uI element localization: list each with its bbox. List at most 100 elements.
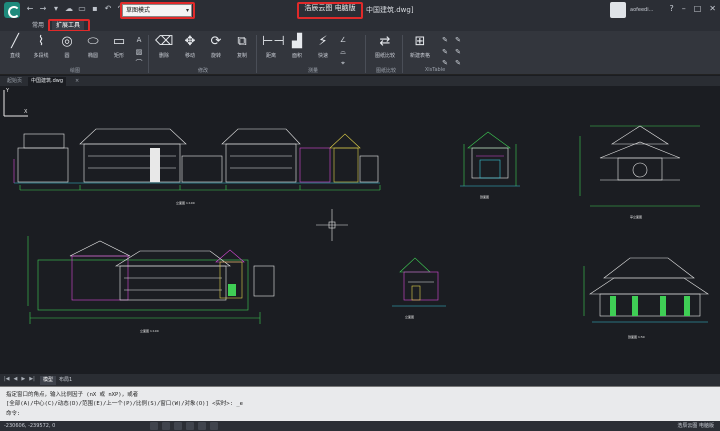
save-icon[interactable]: ▪ (91, 5, 99, 13)
rectangle-tool-button[interactable]: ▭ 矩形 (107, 34, 131, 66)
section-b (583, 257, 709, 323)
quick-measure-icon: ⚡ (318, 34, 328, 49)
minimize-icon[interactable]: – (682, 4, 686, 14)
elevation-a-label: 立面图 1:100 (176, 200, 195, 205)
dropdown-icon[interactable]: ▾ (52, 5, 60, 13)
command-prompt[interactable]: 命令: (6, 409, 20, 417)
polyline-tool-button[interactable]: ⌇ 多段线 (29, 34, 53, 66)
move-tool-button[interactable]: ✥ 移动 (178, 34, 202, 66)
distance-tool-label: 距离 (265, 53, 276, 59)
elevation-a (13, 128, 381, 191)
compare-group-label: 图纸比较 (375, 68, 396, 74)
arc-length-icon[interactable]: ⌓ (338, 47, 348, 57)
angle-icon[interactable]: ∠ (338, 35, 348, 45)
section-a (460, 131, 520, 187)
tab-common[interactable]: 常用 (28, 21, 48, 31)
osnap-icon[interactable] (198, 422, 206, 430)
pavilion-label: 亭立面图 (630, 214, 642, 219)
circle-tool-button[interactable]: ◎ 圆 (55, 34, 79, 66)
status-bar: -230606, -239572, 0 浩辰云图 电脑版 (0, 421, 720, 431)
polyline-tool-label: 多段线 (33, 53, 49, 59)
title-bar: ← → ▾ ☁ ▭ ▪ ↶ ↷ ⎙ ⚙ 草图模式 ▾ 浩辰云图 电脑版 中国建筑… (0, 0, 720, 20)
snap-icon[interactable] (150, 422, 158, 430)
line-tool-button[interactable]: ╱ 直线 (3, 34, 27, 66)
section-b-label: 剖面图 1:50 (628, 334, 645, 339)
circle-icon: ◎ (61, 34, 73, 49)
compare-drawings-label: 图纸比较 (374, 53, 395, 59)
rotate-tool-button[interactable]: ⟳ 旋转 (204, 34, 228, 66)
tab-layout1[interactable]: 布局1 (56, 376, 75, 385)
table-import-icon[interactable]: ✎ (453, 47, 463, 57)
rectangle-tool-label: 矩形 (113, 53, 124, 59)
ruler-icon: ⊢⊣ (262, 34, 285, 49)
forward-icon[interactable]: → (39, 5, 47, 13)
ellipse-tool-button[interactable]: ⬭ 椭圆 (81, 34, 105, 66)
rectangle-icon: ▭ (112, 34, 126, 49)
tab-start-page[interactable]: 起始页 (4, 77, 25, 86)
copy-icon: ⧉ (237, 34, 247, 49)
arc-icon[interactable]: ⌒ (134, 58, 144, 68)
table-icon: ⊞ (414, 34, 426, 49)
maximize-icon[interactable]: □ (694, 4, 702, 14)
delete-tool-button[interactable]: ⌫ 删除 (152, 34, 176, 66)
grid-icon[interactable] (162, 422, 170, 430)
command-window[interactable]: 指定窗口的角点，输入比例因子 (nX 或 nXP)，或者 [全部(A)/中心(C… (0, 386, 720, 421)
drawing-canvas[interactable]: 立面图 1:100 剖面图 亭立面图 立面图 1:100 立面图 剖面图 1:5… (0, 86, 720, 374)
distance-tool-button[interactable]: ⊢⊣ 距离 (259, 34, 285, 66)
compare-drawings-button[interactable]: ⇄ 图纸比较 (370, 34, 400, 66)
avatar[interactable] (610, 2, 626, 18)
help-icon[interactable]: ? (669, 4, 673, 14)
command-history-line: 指定窗口的角点，输入比例因子 (nX 或 nXP)，或者 (6, 392, 139, 398)
ribbon-tab-bar: 常用 扩展工具 (0, 19, 720, 32)
close-icon[interactable]: ✕ (709, 4, 716, 14)
mode-select-highlight (120, 2, 195, 19)
polar-icon[interactable] (186, 422, 194, 430)
group-divider (402, 35, 403, 73)
tab-close-icon[interactable]: × (72, 77, 82, 86)
hatch-icon[interactable]: ▨ (134, 47, 144, 57)
rotate-icon: ⟳ (210, 34, 222, 49)
user-name[interactable]: aofeedi... (630, 7, 653, 13)
ortho-icon[interactable] (174, 422, 182, 430)
section-a-label: 剖面图 (480, 194, 489, 199)
ellipse-tool-label: 椭圆 (87, 53, 98, 59)
copy-tool-button[interactable]: ⧉ 复制 (230, 34, 254, 66)
tab-model[interactable]: 模型 (40, 376, 57, 385)
ellipse-icon: ⬭ (87, 34, 99, 49)
open-folder-icon[interactable]: ▭ (78, 5, 86, 13)
move-icon: ✥ (184, 34, 196, 49)
layout-nav: |◀ ◀ ▶ ▶| (4, 376, 35, 382)
cloud-icon[interactable]: ☁ (65, 5, 73, 13)
app-logo-icon[interactable] (4, 2, 20, 18)
new-table-button[interactable]: ⊞ 新建表格 (405, 34, 435, 66)
back-icon[interactable]: ← (26, 5, 34, 13)
next-layout-icon[interactable]: ▶ (21, 376, 25, 382)
line-icon: ╱ (11, 34, 19, 49)
circle-tool-label: 圆 (64, 53, 70, 59)
area-tool-label: 面积 (291, 53, 302, 59)
cell-edit-icon[interactable]: ✎ (440, 35, 450, 45)
draw-group-label: 绘图 (69, 68, 80, 74)
prev-layout-icon[interactable]: ◀ (14, 376, 18, 382)
area-tool-button[interactable]: ▟ 面积 (285, 34, 309, 66)
line-tool-label: 直线 (9, 53, 20, 59)
window-file-title: 中国建筑.dwg] (366, 6, 414, 14)
cad-drawing: 立面图 1:100 剖面图 亭立面图 立面图 1:100 立面图 剖面图 1:5… (13, 125, 709, 339)
elevation-b-label: 立面图 1:100 (140, 328, 159, 333)
cursor-coordinates: -230606, -239572, 0 (4, 423, 56, 429)
first-layout-icon[interactable]: |◀ (4, 376, 10, 382)
cell-merge-icon[interactable]: ✎ (440, 47, 450, 57)
lineweight-icon[interactable] (210, 422, 218, 430)
rotate-tool-label: 旋转 (210, 53, 221, 59)
status-brand: 浩辰云图 电脑版 (677, 423, 714, 429)
quick-measure-button[interactable]: ⚡ 快速 (311, 34, 335, 66)
elevation-b (27, 236, 275, 324)
table-export-icon[interactable]: ✎ (453, 35, 463, 45)
tab-drawing-file[interactable]: 中国建筑.dwg (28, 77, 67, 86)
undo-icon[interactable]: ↶ (104, 5, 112, 13)
last-layout-icon[interactable]: ▶| (29, 376, 35, 382)
text-icon[interactable]: A (134, 35, 144, 45)
file-tab-bar: 起始页 中国建筑.dwg × (0, 76, 720, 86)
compare-icon: ⇄ (379, 34, 391, 49)
coordinate-icon[interactable]: ⌖ (338, 58, 348, 68)
